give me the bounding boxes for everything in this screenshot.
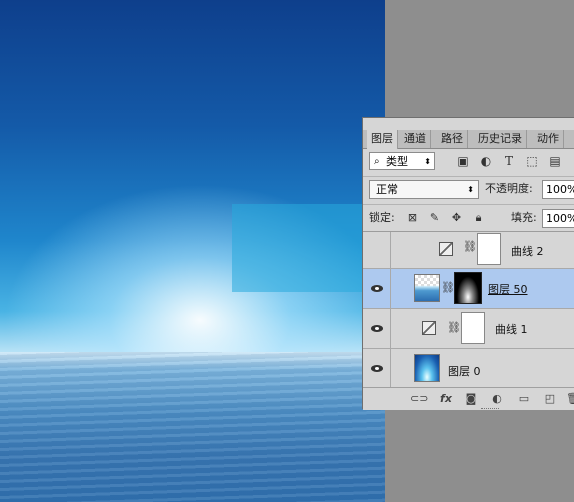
layer-mask-thumbnail[interactable] — [454, 272, 482, 304]
trash-icon[interactable]: 🗑︎ — [566, 392, 574, 406]
layers-list: ⛓ 曲线 2 ⛓ 图层 50 ⛓ 曲线 1 图层 0 — [363, 231, 574, 388]
lock-all-icon[interactable]: 🔒︎ — [472, 211, 485, 224]
layer-name: 曲线 2 — [511, 245, 544, 258]
lock-transparent-icon[interactable]: ⊠ — [406, 211, 419, 224]
opacity-input[interactable]: 100% — [542, 180, 574, 199]
canvas-sea — [0, 352, 385, 502]
panel-resize-grip[interactable] — [481, 408, 499, 411]
fx-icon[interactable]: fx — [439, 392, 453, 406]
filter-kind-select[interactable]: ⌕ 类型 ⬍ — [369, 152, 435, 170]
lock-row: 锁定: ⊠ ✎ ✥ 🔒︎ 填充: 100% — [363, 204, 574, 231]
tab-paths[interactable]: 路径 — [437, 130, 468, 148]
smart-object-icon[interactable]: ▤ — [548, 154, 562, 168]
mask-icon[interactable]: ◙ — [464, 392, 478, 406]
layer-name: 图层 0 — [448, 365, 481, 378]
blend-mode-select[interactable]: 正常 ⬍ — [369, 180, 479, 199]
eye-icon — [371, 284, 383, 292]
visibility-toggle-off[interactable] — [363, 232, 391, 268]
layer-name: 图层 50 — [488, 283, 528, 296]
fill-label: 填充: — [511, 211, 537, 224]
chain-link-icon[interactable]: ⛓ — [463, 240, 477, 253]
visibility-toggle[interactable] — [363, 269, 391, 308]
adjustment-layer-icon[interactable]: ◐ — [490, 392, 504, 406]
blend-row: 正常 ⬍ 不透明度: 100% — [363, 176, 574, 203]
eye-icon — [371, 324, 383, 332]
tab-channels[interactable]: 通道 — [400, 130, 431, 148]
layer-row-layer-0[interactable]: 图层 0 — [363, 349, 574, 388]
filter-row: ⌕ 类型 ⬍ ▣ ◐ T ⬚ ▤ — [363, 149, 574, 175]
layer-row-curves-2[interactable]: ⛓ 曲线 2 — [363, 232, 574, 269]
new-layer-icon[interactable]: ◰ — [543, 392, 557, 406]
layer-thumbnail — [414, 354, 440, 382]
curves-adjustment-icon — [439, 242, 453, 256]
text-icon[interactable]: T — [502, 154, 516, 168]
filter-kind-label: 类型 — [386, 155, 408, 168]
panel-tabs: 图层 通道 路径 历史记录 动作 — [363, 130, 574, 149]
adjustment-icon[interactable]: ◐ — [479, 154, 493, 168]
chain-link-icon[interactable]: ⛓ — [447, 321, 461, 334]
layer-mask-thumbnail[interactable] — [461, 312, 485, 344]
lock-paint-icon[interactable]: ✎ — [428, 211, 441, 224]
eye-icon — [371, 364, 383, 372]
curves-adjustment-icon — [422, 321, 436, 335]
layer-row-layer-50[interactable]: ⛓ 图层 50 — [363, 269, 574, 309]
layer-thumbnail — [414, 274, 440, 302]
lock-label: 锁定: — [369, 211, 395, 224]
fill-input[interactable]: 100% — [542, 209, 574, 228]
tab-layers[interactable]: 图层 — [367, 130, 398, 149]
tab-history[interactable]: 历史记录 — [474, 130, 527, 148]
visibility-toggle[interactable] — [363, 349, 391, 388]
search-icon: ⌕ — [374, 156, 380, 167]
layer-mask-thumbnail[interactable] — [477, 233, 501, 265]
opacity-label: 不透明度: — [485, 182, 533, 195]
link-icon[interactable]: ⊂⊃ — [410, 392, 428, 406]
blend-mode-value: 正常 — [376, 183, 398, 196]
panel-bottom-bar: ⊂⊃ fx ◙ ◐ ▭ ◰ 🗑︎ — [363, 387, 574, 410]
shape-icon[interactable]: ⬚ — [525, 154, 539, 168]
lock-move-icon[interactable]: ✥ — [450, 211, 463, 224]
updown-arrow-icon: ⬍ — [424, 157, 431, 166]
chain-link-icon[interactable]: ⛓ — [441, 281, 455, 294]
document-canvas[interactable] — [0, 0, 385, 502]
tab-actions[interactable]: 动作 — [533, 130, 564, 148]
layer-name: 曲线 1 — [495, 323, 528, 336]
layers-panel: 图层 通道 路径 历史记录 动作 ⌕ 类型 ⬍ ▣ ◐ T ⬚ ▤ 正常 ⬍ 不… — [362, 117, 574, 410]
updown-arrow-icon: ⬍ — [467, 185, 474, 194]
folder-icon[interactable]: ▭ — [517, 392, 531, 406]
image-icon[interactable]: ▣ — [456, 154, 470, 168]
layer-row-curves-1[interactable]: ⛓ 曲线 1 — [363, 309, 574, 349]
visibility-toggle[interactable] — [363, 309, 391, 348]
